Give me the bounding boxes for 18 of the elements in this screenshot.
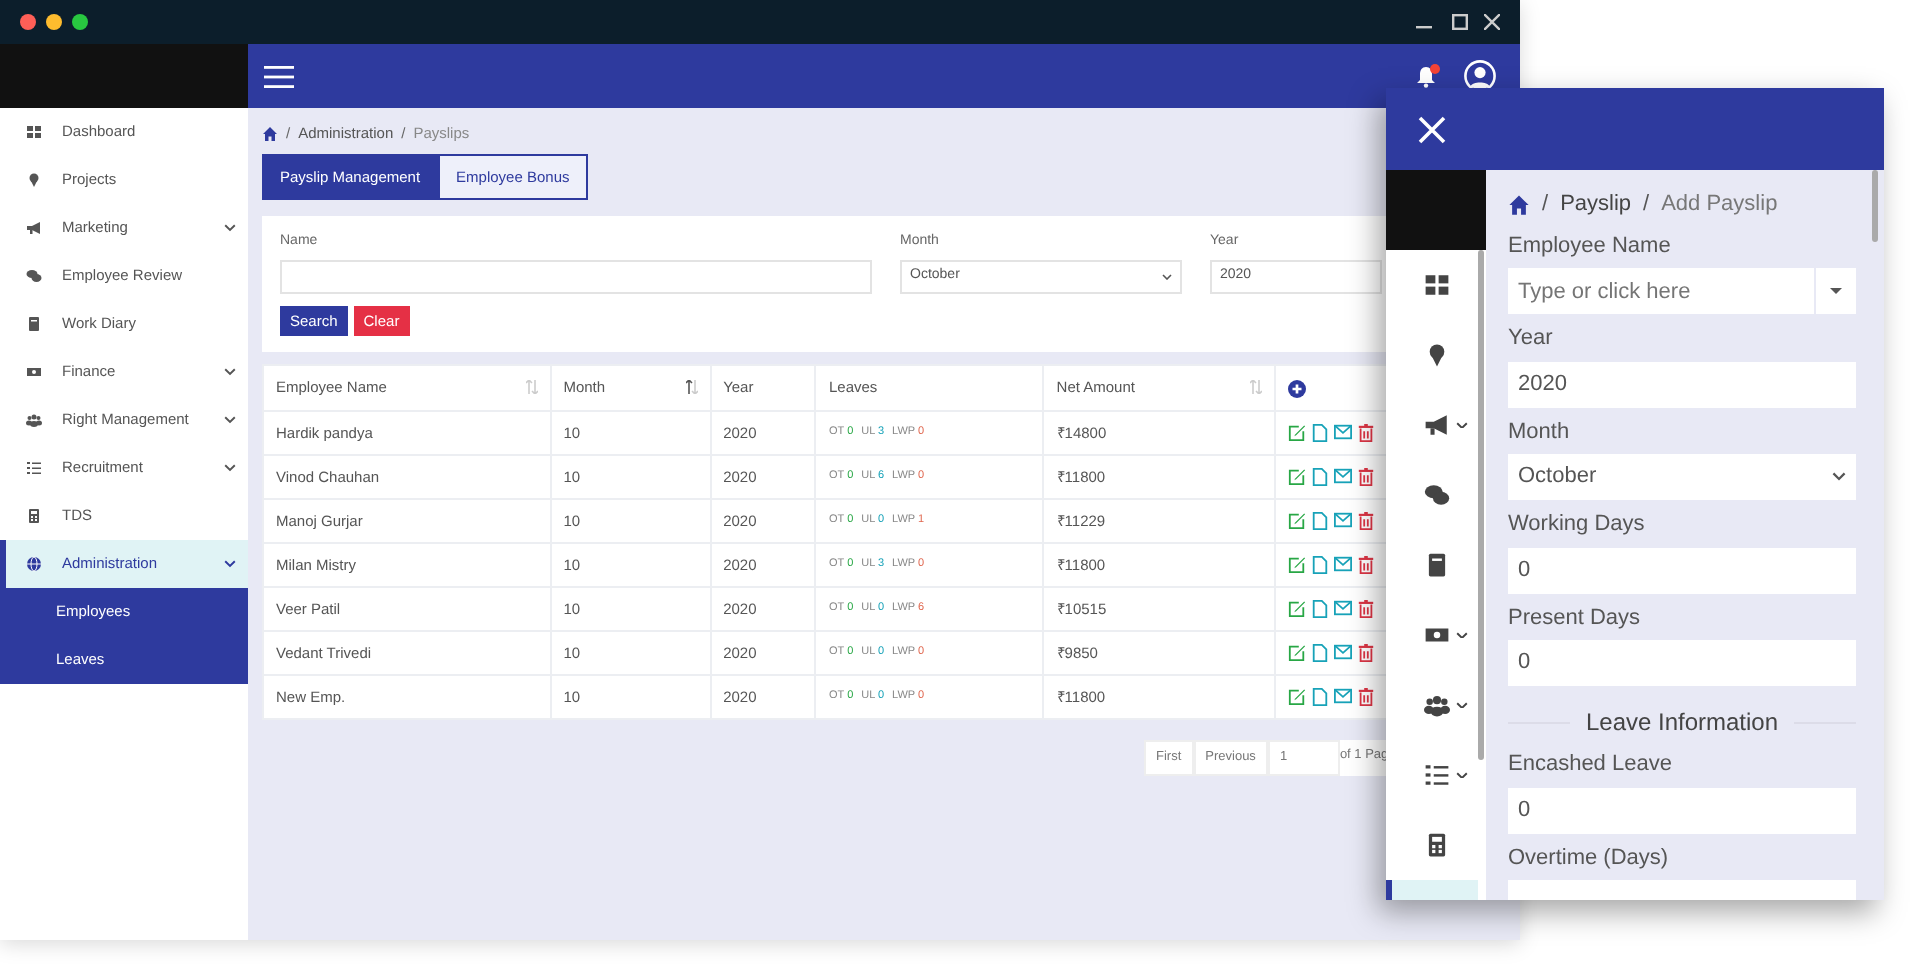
field-label: Year (1508, 324, 1555, 354)
field-label: Encashed Leave (1508, 750, 1674, 780)
employee-name-field[interactable]: Type or click here (1508, 268, 1814, 314)
input-field[interactable]: 0 (1508, 547, 1856, 593)
field-label: Working Days (1508, 510, 1647, 540)
breadcrumb-separator: / (1643, 190, 1650, 220)
section-title: Leave Information (1585, 706, 1779, 740)
field-label: Present Days (1508, 603, 1643, 633)
field-label: Month (1508, 417, 1572, 447)
field-label: Overtime (Days) (1508, 843, 1671, 873)
field-label: Employee Name (1508, 231, 1673, 261)
breadcrumb-separator: / (1542, 190, 1549, 220)
breadcrumb-link[interactable]: Payslip (1560, 188, 1632, 221)
input-field[interactable]: 0 (1508, 640, 1856, 686)
month-select[interactable]: October (1508, 454, 1856, 500)
input-field[interactable]: 2020 (1508, 361, 1856, 407)
breadcrumb-current: Add Payslip (1661, 190, 1778, 220)
input-field[interactable]: 0 (1508, 787, 1856, 833)
